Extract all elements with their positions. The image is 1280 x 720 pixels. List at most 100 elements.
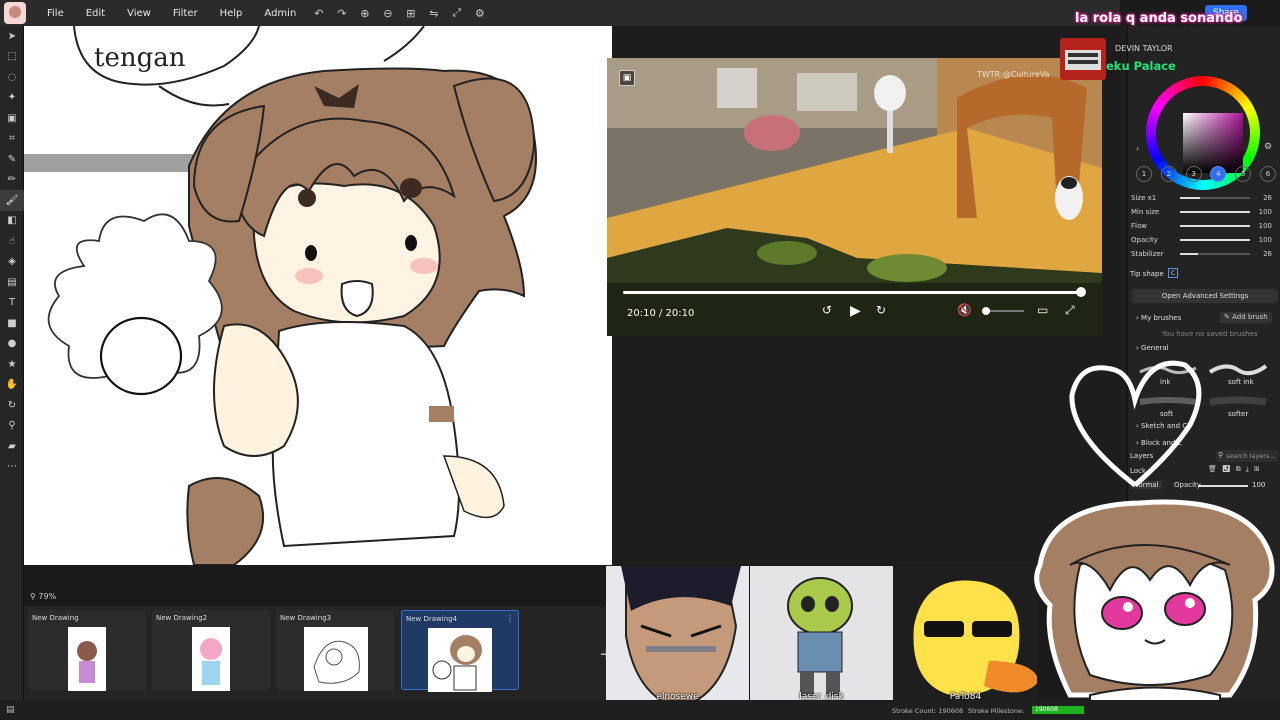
video-frame [607,58,1102,336]
drawing-canvas[interactable]: tengan [24,26,612,565]
star-icon[interactable]: ★ [0,354,24,375]
menu-filter[interactable]: Filter [162,8,209,19]
cam-pato-art [894,566,1037,708]
drawing-tab[interactable]: New Drawing [28,610,146,691]
rewind-icon[interactable]: ↺ [822,303,832,317]
stabilizer-track[interactable] [1180,253,1250,255]
opacity-slider[interactable]: Opacity 100 [1128,233,1280,247]
general-label: General [1141,344,1169,352]
layer-action-icons[interactable]: 🗑⤴⧉⤓⊞ [1208,465,1265,474]
pointer-icon[interactable]: ➤ [0,26,24,47]
panel-toggle-icon[interactable]: ▤ [6,705,15,715]
fit-icon[interactable]: ⊞ [399,7,422,20]
brush-preset[interactable]: 2 [1160,166,1177,182]
more-icon[interactable]: ⋯ [0,457,24,478]
drawing-tab[interactable]: New Drawing3 [276,610,394,691]
menu-admin[interactable]: Admin [253,8,307,19]
flow-label: Flow [1131,222,1147,230]
play-icon[interactable]: ▶ [850,303,861,319]
text-icon[interactable]: T [0,293,24,314]
brush-preset-active[interactable]: 4 [1210,166,1227,182]
add-brush-button[interactable]: ✎ Add brush [1220,312,1272,323]
video-scrubber[interactable] [1076,287,1086,297]
tip-shape-icon[interactable]: C [1168,268,1178,278]
color-picker-square[interactable] [1183,113,1243,173]
drawing-tab[interactable]: New Drawing2 [152,610,270,691]
cam-laser-disk: laser_disk [750,566,893,708]
color-settings-icon[interactable]: ⚙ [1264,142,1272,152]
zoom-in-icon[interactable]: ⊕ [353,7,376,20]
volume-slider[interactable] [984,310,1024,312]
my-brushes-header[interactable]: › My brushes [1136,314,1181,322]
tab-menu-icon[interactable]: ⋮ [506,614,514,623]
search-icon: ⚲ [1218,451,1224,459]
redo-icon[interactable]: ↷ [330,7,353,20]
opacity-track[interactable] [1180,239,1250,241]
size-track[interactable] [1180,197,1250,199]
drawing-thumbnail-art [313,640,360,684]
expand-icon[interactable]: ⤢ [1065,303,1075,318]
rotate-icon[interactable]: ↻ [0,395,24,416]
settings-icon[interactable]: ⚙ [468,7,491,20]
advanced-settings-button[interactable]: Open Advanced Settings [1132,289,1278,303]
video-progress-bar[interactable] [623,291,1081,294]
hand-icon[interactable]: ✋ [0,375,24,396]
menu-view[interactable]: View [116,8,162,19]
heart-doodle [1069,360,1202,487]
pencil-icon[interactable]: ✏ [0,170,24,191]
min-size-slider[interactable]: Min size 100 [1128,205,1280,219]
tip-shape-label: Tip shape [1130,270,1164,278]
cam-pato: PaTo84 [894,566,1037,708]
min-size-track[interactable] [1180,211,1250,213]
brush-preset[interactable]: 6 [1259,166,1276,182]
volume-knob[interactable] [982,307,990,315]
zoom-indicator[interactable]: ⚲ 79% [24,589,612,605]
drawing-tab-title: New Drawing2 [156,614,208,622]
mute-icon[interactable]: 🔇 [957,303,972,317]
menu-edit[interactable]: Edit [75,8,116,19]
brush-preset[interactable]: 5 [1235,166,1252,182]
brush-soft-ink[interactable] [1206,360,1270,380]
flow-slider[interactable]: Flow 100 [1128,219,1280,233]
transform-icon[interactable]: ▣ [0,108,24,129]
layers-search-input[interactable]: search layers... [1216,450,1278,462]
expand-colors-icon[interactable]: › [1136,144,1139,153]
pip-icon[interactable]: ▣ [619,70,635,86]
video-player[interactable]: TWTR:@CultureVa ▣ 20:10 / 20:10 ↺ ▶ ↻ 🔇 … [607,58,1102,336]
menu-bar: File Edit View Filter Help Admin ↶ ↷ ⊕ ⊖… [0,0,1120,26]
menu-help[interactable]: Help [209,8,254,19]
flip-icon[interactable]: ⇋ [422,7,445,20]
forward-icon[interactable]: ↻ [876,303,886,317]
fill-icon[interactable]: ◈ [0,252,24,273]
magic-wand-icon[interactable]: ✦ [0,88,24,109]
stroke-milestone-label: Stroke Milestone: [968,707,1025,715]
crop-icon[interactable]: ⌗ [0,129,24,150]
gradient-icon[interactable]: ▤ [0,272,24,293]
stabilizer-slider[interactable]: Stabilizer 26 [1128,247,1280,261]
ellipse-icon[interactable]: ● [0,334,24,355]
drawing-tab-active[interactable]: New Drawing4 ⋮ [401,610,519,692]
zoom-out-icon[interactable]: ⊖ [376,7,399,20]
brush-softer[interactable] [1206,392,1270,412]
zoom-icon[interactable]: ⚲ [0,416,24,437]
lasso-icon[interactable]: ◌ [0,67,24,88]
brush-label: softer [1228,410,1249,418]
drawing-thumbnail-art [200,638,222,685]
captions-icon[interactable]: ▭ [1037,303,1048,317]
rect-icon[interactable]: ■ [0,313,24,334]
smudge-icon[interactable]: ☝ [0,231,24,252]
marquee-icon[interactable]: ⬚ [0,47,24,68]
eyedropper-icon[interactable]: ✎ [0,149,24,170]
general-header[interactable]: › General [1136,344,1169,352]
brush-preset[interactable]: 3 [1185,166,1202,182]
brush-icon[interactable]: 🖌 [0,190,24,211]
speech-icon[interactable]: ▰ [0,436,24,457]
eraser-icon[interactable]: ◧ [0,211,24,232]
brush-preset[interactable]: 1 [1136,166,1152,182]
layer-opacity-value: 100 [1252,481,1266,489]
menu-file[interactable]: File [36,8,75,19]
fullscreen-icon[interactable]: ⤢ [445,6,468,20]
flow-track[interactable] [1180,225,1250,227]
size-slider[interactable]: Size x1 26 [1128,191,1280,205]
undo-icon[interactable]: ↶ [307,7,330,20]
